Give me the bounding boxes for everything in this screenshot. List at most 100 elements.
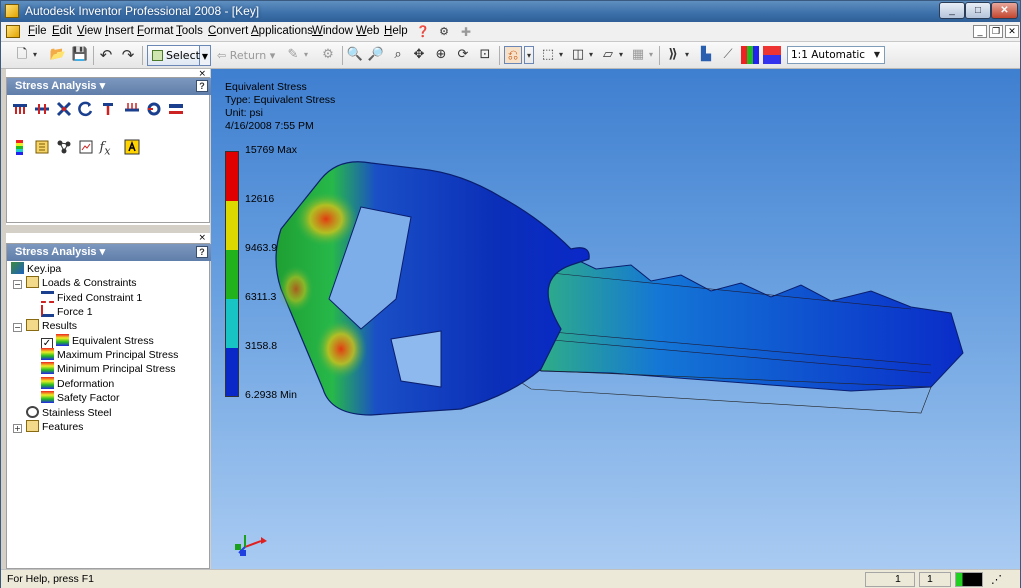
- expand-results-toggle[interactable]: −: [13, 323, 22, 332]
- section-icon[interactable]: ▦: [629, 46, 647, 64]
- tree-node-safety[interactable]: Safety Factor: [41, 391, 119, 405]
- chevron-down-icon: ▼: [873, 50, 881, 59]
- display-mode-dropdown-icon[interactable]: ▾: [524, 46, 534, 64]
- orbit-icon[interactable]: ⟳: [454, 46, 472, 64]
- menu-file[interactable]: File: [28, 25, 47, 37]
- bearing-load-tool-icon[interactable]: [146, 101, 162, 117]
- display-mode-icon[interactable]: ⎌: [504, 46, 522, 64]
- select-dropdown[interactable]: ▼: [200, 45, 211, 66]
- pin-constraint-tool-icon[interactable]: [34, 101, 50, 117]
- color-style-icon[interactable]: [763, 46, 781, 64]
- browser-header[interactable]: Stress Analysis ▾ ?: [7, 244, 211, 261]
- browser-help-button[interactable]: ?: [196, 246, 208, 258]
- force-tool-icon[interactable]: [100, 101, 116, 117]
- sketch-icon[interactable]: ✎: [284, 46, 302, 64]
- report-tool-icon[interactable]: [34, 139, 50, 155]
- moment-tool-icon[interactable]: [78, 101, 94, 117]
- mesh-tool-icon[interactable]: [56, 139, 72, 155]
- mdi-close-button[interactable]: ✕: [1005, 25, 1019, 38]
- open-icon[interactable]: 📂: [49, 46, 67, 64]
- tree-node-loads[interactable]: Loads & Constraints: [26, 276, 137, 290]
- document-icon[interactable]: [6, 25, 20, 38]
- tree-node-root[interactable]: Key.ipa: [11, 262, 61, 276]
- menu-convert[interactable]: Convert: [208, 25, 248, 37]
- mdi-restore-button[interactable]: ❐: [989, 25, 1003, 38]
- zoom-icon[interactable]: ⌕: [389, 46, 407, 64]
- inventor-app-icon[interactable]: [5, 4, 19, 18]
- body-load-tool-icon[interactable]: [168, 101, 184, 117]
- measure-icon[interactable]: ⟋: [719, 46, 737, 64]
- menu-insert[interactable]: Insert: [105, 25, 134, 37]
- look-at-icon[interactable]: ⊡: [476, 46, 494, 64]
- frictionless-constraint-tool-icon[interactable]: [56, 101, 72, 117]
- close-button[interactable]: ✕: [991, 2, 1018, 19]
- mdi-minimize-button[interactable]: _: [973, 25, 987, 38]
- whats-this-icon[interactable]: ❓: [414, 23, 432, 41]
- expand-loads-toggle[interactable]: −: [13, 280, 22, 289]
- tree-node-force[interactable]: Force 1: [41, 305, 93, 319]
- pan-icon[interactable]: ✥: [410, 46, 428, 64]
- iproperties-icon[interactable]: ⟫: [664, 46, 682, 64]
- return-button[interactable]: ⇦ Return ▾: [217, 49, 275, 62]
- resize-grip-icon[interactable]: ⋰: [991, 573, 1002, 586]
- menu-tools[interactable]: Tools: [176, 25, 203, 37]
- panel-bar-header[interactable]: Stress Analysis ▾ ?: [7, 78, 211, 95]
- menu-help[interactable]: Help: [384, 25, 408, 37]
- menu-applications[interactable]: Applications: [251, 25, 313, 37]
- save-icon[interactable]: 💾: [71, 46, 89, 64]
- animation-tool-icon[interactable]: [78, 139, 94, 155]
- stress-plot-model[interactable]: [211, 69, 1020, 569]
- tree-node-equivalent[interactable]: ✓ Equivalent Stress: [41, 334, 154, 350]
- tree-node-features[interactable]: Features: [26, 420, 83, 434]
- browser-close-button[interactable]: ×: [198, 233, 206, 243]
- menu-view[interactable]: View: [77, 25, 102, 37]
- tree-label-safety: Safety Factor: [57, 392, 120, 404]
- zoom-window-icon[interactable]: 🔎: [367, 46, 385, 64]
- folder-features-icon: [26, 420, 39, 432]
- tree-node-fixed[interactable]: Fixed Constraint 1: [41, 291, 142, 305]
- menu-web[interactable]: Web: [356, 25, 379, 37]
- new-icon[interactable]: 🗋: [13, 46, 31, 64]
- zoom-all-icon[interactable]: 🔍: [346, 46, 364, 64]
- parameters-tool-icon[interactable]: fx: [96, 139, 114, 158]
- pane-splitter[interactable]: [6, 225, 210, 233]
- iproperties-dropdown-icon[interactable]: ▾: [682, 46, 692, 64]
- analysis-icon[interactable]: ▙: [697, 46, 715, 64]
- menu-edit[interactable]: Edit: [52, 25, 72, 37]
- color-icon[interactable]: [741, 46, 759, 64]
- tree-node-results[interactable]: Results: [26, 319, 77, 333]
- section-dropdown-icon[interactable]: ▾: [646, 46, 656, 64]
- graphics-viewport[interactable]: Equivalent Stress Type: Equivalent Stres…: [211, 69, 1020, 569]
- shadow-dropdown-icon[interactable]: ▾: [616, 46, 626, 64]
- zoom-selected-icon[interactable]: ⊕: [432, 46, 450, 64]
- redo-icon[interactable]: ↷: [119, 46, 137, 64]
- camera-icon[interactable]: ◫: [569, 46, 587, 64]
- menu-window[interactable]: Window: [312, 25, 353, 37]
- sketch-dropdown-icon[interactable]: ▾: [301, 46, 311, 64]
- ground-shadow-icon[interactable]: ▱: [599, 46, 617, 64]
- undo-icon[interactable]: ↶: [97, 46, 115, 64]
- tree-node-deformation[interactable]: Deformation: [41, 377, 114, 391]
- view-scale-select[interactable]: 1:1 Automatic ▼: [787, 46, 885, 64]
- update-icon[interactable]: ⚙: [319, 46, 337, 64]
- ansys-tool-icon[interactable]: [124, 139, 140, 155]
- tree-node-max-principal[interactable]: Maximum Principal Stress: [41, 348, 178, 362]
- stress-plot-tool-icon[interactable]: [12, 139, 28, 155]
- pressure-tool-icon[interactable]: [124, 101, 140, 117]
- shaded-icon[interactable]: ⬚: [539, 46, 557, 64]
- new-dropdown-icon[interactable]: ▾: [30, 46, 40, 64]
- menu-format[interactable]: Format: [137, 25, 173, 37]
- title-bar: Autodesk Inventor Professional 2008 - [K…: [1, 1, 1020, 22]
- minimize-button[interactable]: _: [939, 2, 965, 19]
- maximize-button[interactable]: □: [965, 2, 991, 19]
- camera-dropdown-icon[interactable]: ▾: [586, 46, 596, 64]
- tree-node-min-principal[interactable]: Minimum Principal Stress: [41, 362, 175, 376]
- panel-help-button[interactable]: ?: [196, 80, 208, 92]
- help-topics-icon[interactable]: ⚙: [435, 23, 453, 41]
- tree-node-material[interactable]: Stainless Steel: [26, 406, 111, 420]
- fixed-constraint-tool-icon[interactable]: [12, 101, 28, 117]
- add-icon[interactable]: ✚: [457, 23, 475, 41]
- shaded-dropdown-icon[interactable]: ▾: [556, 46, 566, 64]
- select-button[interactable]: Select: [147, 45, 200, 66]
- expand-features-toggle[interactable]: +: [13, 424, 22, 433]
